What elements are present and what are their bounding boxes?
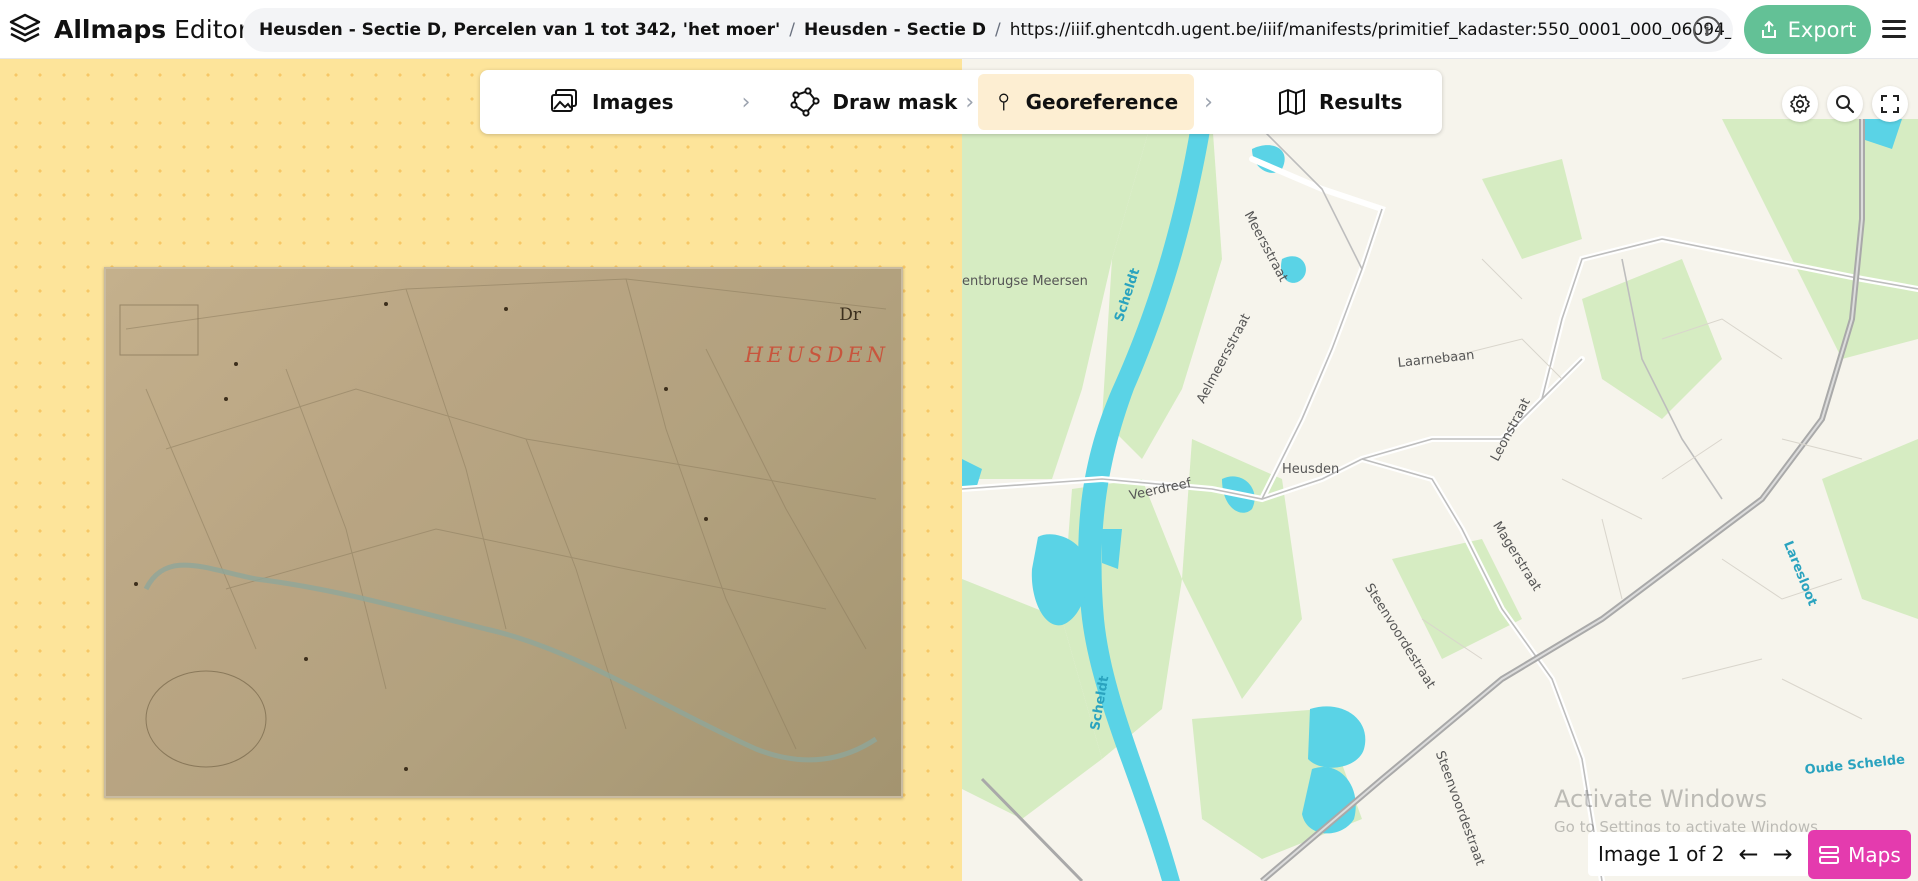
settings-button[interactable] xyxy=(1782,86,1818,122)
list-icon xyxy=(1819,845,1840,864)
historic-map-scan[interactable]: Dr HEUSDEN xyxy=(104,267,903,798)
tab-draw-mask[interactable]: Draw mask xyxy=(774,74,973,130)
breadcrumb-separator: / xyxy=(789,20,795,40)
search-button[interactable] xyxy=(1827,86,1863,122)
image-pager: Image 1 of 2 ← → xyxy=(1588,832,1810,876)
workflow-steps-bar: Images › Draw mask › Georeference › Resu… xyxy=(480,70,1442,134)
export-icon xyxy=(1761,20,1776,38)
search-icon xyxy=(1836,95,1855,114)
tab-results-label: Results xyxy=(1318,90,1403,114)
chevron-right-icon: › xyxy=(741,89,751,115)
tab-results[interactable]: Results xyxy=(1261,74,1418,130)
arrow-left-icon[interactable]: ← xyxy=(1738,840,1758,868)
breadcrumb-item-manifest[interactable]: Heusden - Sectie D, Percelen van 1 tot 3… xyxy=(259,20,780,40)
chevron-right-icon: › xyxy=(1204,89,1213,115)
allmaps-logo[interactable]: Allmaps Editor xyxy=(8,0,248,59)
fullscreen-button[interactable] xyxy=(1872,86,1908,122)
map-label-gentbrugse-meersen: entbrugse Meersen xyxy=(962,274,1088,289)
polygon-icon xyxy=(790,87,820,117)
app-header: Allmaps Editor Heusden - Sectie D, Perce… xyxy=(0,0,1918,59)
maps-button-label: Maps xyxy=(1848,842,1901,867)
image-viewer-pane[interactable]: Dr HEUSDEN xyxy=(0,59,962,881)
tab-georeference[interactable]: Georeference xyxy=(978,74,1195,130)
map-label-heusden: Heusden xyxy=(1282,462,1340,477)
arrow-right-icon[interactable]: → xyxy=(1773,840,1793,868)
breadcrumb-item-image[interactable]: Heusden - Sectie D xyxy=(804,20,986,40)
tab-georeference-label: Georeference xyxy=(1025,90,1179,114)
tab-images-label: Images xyxy=(592,90,674,114)
breadcrumb: Heusden - Sectie D, Percelen van 1 tot 3… xyxy=(243,8,1733,52)
hamburger-menu-icon[interactable] xyxy=(1880,15,1908,43)
maps-button[interactable]: Maps xyxy=(1808,830,1911,879)
tab-images[interactable]: Images xyxy=(534,74,690,130)
gear-icon xyxy=(1790,94,1810,114)
section-label: Dr xyxy=(839,305,861,325)
tab-draw-mask-label: Draw mask xyxy=(832,90,958,114)
windows-activation-watermark: Activate Windows xyxy=(1554,785,1768,813)
map-icon xyxy=(1278,89,1305,115)
chevron-right-icon: › xyxy=(965,89,975,115)
info-icon[interactable]: i xyxy=(1693,16,1721,44)
export-label: Export xyxy=(1787,17,1857,42)
export-button[interactable]: Export xyxy=(1744,5,1871,54)
breadcrumb-url[interactable]: https://iiif.ghentcdh.ugent.be/iiif/mani… xyxy=(1010,20,1733,40)
images-icon xyxy=(551,89,577,112)
pin-icon xyxy=(999,93,1009,111)
basemap-pane[interactable]: entbrugse Meersen Scheldt Scheldt Meerss… xyxy=(962,59,1918,881)
breadcrumb-separator: / xyxy=(994,20,1001,40)
app-title: Allmaps Editor xyxy=(54,14,249,44)
heusden-title-label: HEUSDEN xyxy=(744,343,889,367)
layers-logo-icon xyxy=(9,13,41,43)
fullscreen-icon xyxy=(1881,95,1899,113)
image-counter: Image 1 of 2 xyxy=(1598,842,1725,866)
